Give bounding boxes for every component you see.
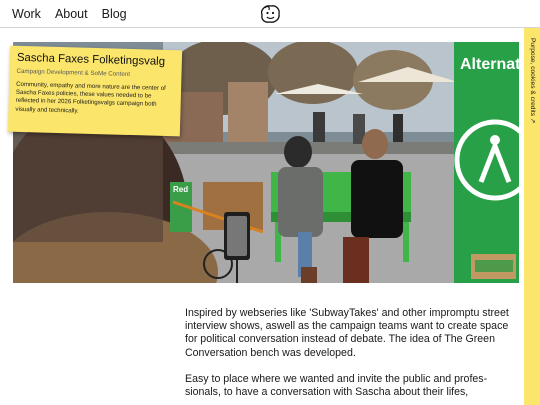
article-body: Inspired by webseries like 'SubwayTakes'…	[185, 307, 510, 399]
article-paragraph-2: Easy to place where we wanted and invite…	[185, 372, 488, 399]
article-paragraph-1: Inspired by webseries like 'SubwayTakes'…	[185, 307, 509, 359]
bench-sign-text: Red	[173, 185, 188, 194]
note-title: Sascha Faxes Folketingsvalg	[16, 51, 166, 68]
note-subtitle: Campaign Development & SoMe Content	[16, 67, 131, 78]
banner-text: Alternat	[460, 56, 519, 73]
nav-link-work[interactable]: Work	[12, 7, 41, 21]
face-logo-icon[interactable]	[258, 3, 282, 25]
top-navigation-bar: Work About Blog	[0, 0, 540, 28]
project-summary-note: Sascha Faxes Folketingsvalg Campaign Dev…	[7, 45, 183, 137]
side-info-label[interactable]: Purpose, cookies & credits ↗	[528, 38, 536, 123]
nav-link-about[interactable]: About	[55, 7, 88, 21]
main-nav: Work About Blog	[12, 7, 127, 21]
side-info-label-text: Purpose, cookies & credits	[529, 38, 536, 117]
nav-link-blog[interactable]: Blog	[102, 7, 127, 21]
expand-arrow-icon: ↗	[529, 117, 536, 124]
note-body: Community, empathy and more nature are t…	[15, 80, 166, 115]
